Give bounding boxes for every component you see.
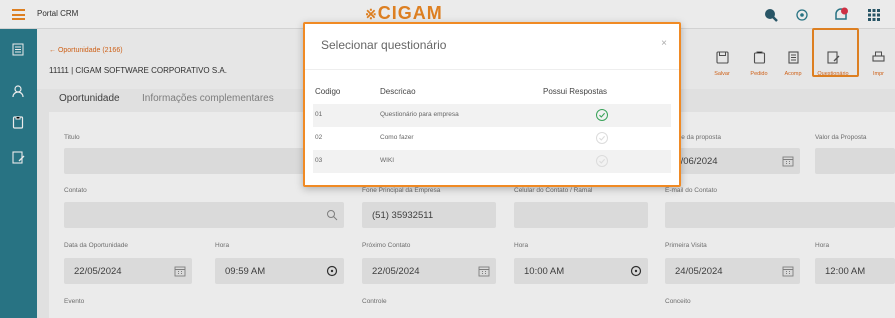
cell-descricao: Questionário para empresa [380, 111, 459, 118]
check-circle-icon [596, 132, 608, 144]
dialog-title: Selecionar questionário [321, 38, 447, 52]
cell-descricao: Como fazer [380, 134, 414, 141]
col-header-possui-respostas: Possui Respostas [543, 87, 608, 96]
cell-codigo: 01 [315, 111, 323, 118]
cell-codigo: 03 [315, 157, 323, 164]
close-icon[interactable]: × [661, 38, 667, 49]
cell-codigo: 02 [315, 134, 323, 141]
col-header-codigo: Codigo [315, 87, 341, 96]
check-circle-icon [596, 109, 608, 121]
check-circle-icon [596, 155, 608, 167]
cell-descricao: WIKI [380, 157, 395, 164]
table-row[interactable]: 02 Como fazer [313, 127, 671, 150]
table-row[interactable]: 01 Questionário para empresa [313, 104, 671, 127]
select-questionnaire-dialog: Selecionar questionário × Codigo Descric… [303, 22, 681, 187]
divider [305, 69, 679, 70]
table-row[interactable]: 03 WIKI [313, 150, 671, 173]
col-header-descricao: Descricao [380, 87, 416, 96]
